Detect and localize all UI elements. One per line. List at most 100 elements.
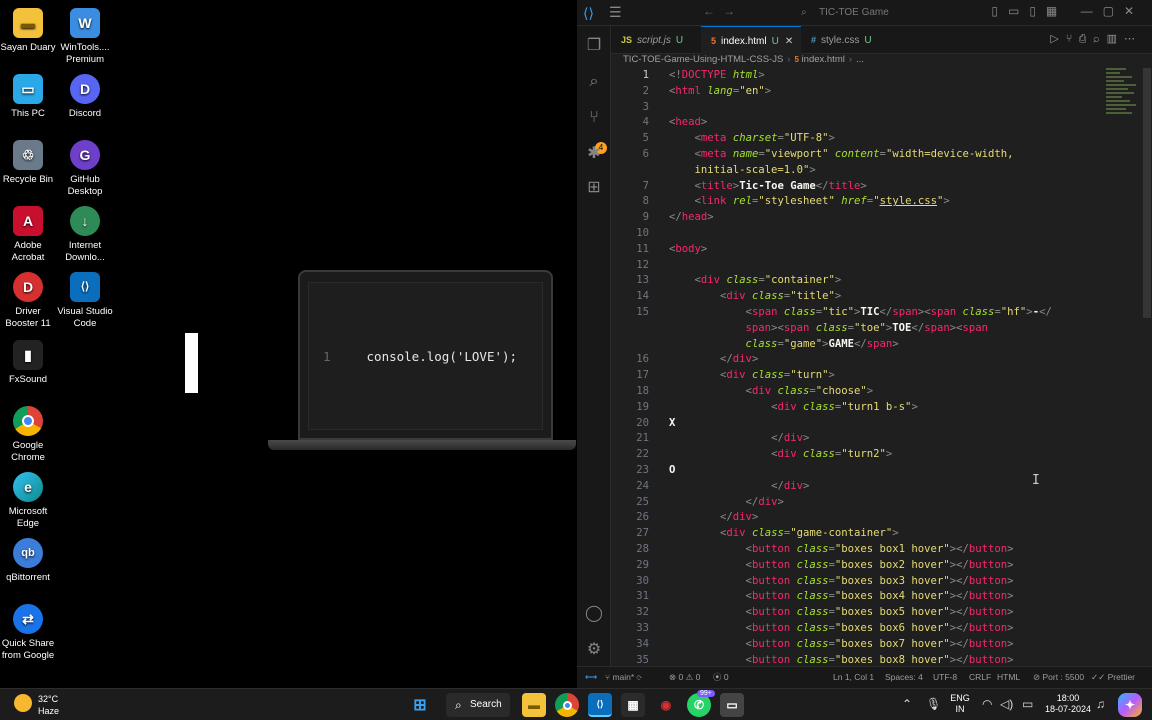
code-line[interactable]: 31 <button class="boxes box4 hover"></bu… (611, 589, 1131, 605)
desktop-icon-chrome[interactable]: Google Chrome (0, 406, 58, 464)
code-line[interactable]: 28 <button class="boxes box1 hover"></bu… (611, 542, 1131, 558)
breadcrumb-file[interactable]: index.html (802, 54, 845, 65)
breadcrumb-folder[interactable]: TIC-TOE-Game-Using-HTML-CSS-JS (623, 54, 783, 65)
vscode-taskbar-icon[interactable]: ⟨⟩ (588, 693, 612, 717)
ports-indicator[interactable]: ⦿ 0 (713, 667, 729, 687)
code-line[interactable]: 6 <meta name="viewport" content="width=d… (611, 147, 1131, 163)
desktop-icon-this-pc[interactable]: ▭ This PC (0, 74, 58, 120)
tab-index-html[interactable]: 5 index.html U ✕ (701, 26, 801, 54)
code-line[interactable]: 13 <div class="container"> (611, 273, 1131, 289)
speaker-icon[interactable]: ◁) (1000, 697, 1013, 711)
code-line[interactable]: 21 </div> (611, 431, 1131, 447)
code-line[interactable]: 19 <div class="turn1 b-s"> (611, 400, 1131, 416)
close-icon[interactable]: ✕ (785, 36, 793, 47)
clock[interactable]: 18:00 18-07-2024 (1040, 693, 1096, 715)
git-branch[interactable]: ⑂ main* ⟳ (605, 667, 642, 687)
language-indicator[interactable]: ENG IN (948, 693, 972, 715)
search-icon[interactable]: ⌕ (584, 72, 604, 92)
code-line[interactable]: 3 (611, 100, 1131, 116)
problems-indicator[interactable]: ⊗ 0 ⚠ 0 (669, 667, 700, 687)
tab-style-css[interactable]: # style.css U (801, 26, 891, 54)
explorer-icon[interactable]: ❐ (584, 36, 604, 56)
code-line[interactable]: 27 <div class="game-container"> (611, 526, 1131, 542)
code-line[interactable]: 2 <html lang="en"> (611, 84, 1131, 100)
code-line[interactable]: span><span class="toe">TOE</span><span (611, 321, 1131, 337)
code-line[interactable]: 20 X (611, 416, 1131, 432)
end-of-line[interactable]: CRLF (969, 667, 991, 687)
code-line[interactable]: 22 <div class="turn2"> (611, 447, 1131, 463)
account-icon[interactable]: ◯ (584, 604, 604, 624)
code-line[interactable]: 9 </head> (611, 210, 1131, 226)
desktop-icon-vscode[interactable]: ⟨⟩ Visual Studio Code (55, 272, 115, 330)
copilot-icon[interactable]: ✦ (1118, 693, 1142, 717)
code-line[interactable]: 30 <button class="boxes box3 hover"></bu… (611, 574, 1131, 590)
start-button[interactable]: ⊞ (408, 693, 432, 717)
debug-icon[interactable]: ✱ (584, 144, 604, 164)
code-line[interactable]: 14 <div class="title"> (611, 289, 1131, 305)
app-window-icon[interactable]: ▭ (720, 693, 744, 717)
microphone-icon[interactable]: 🎙 (926, 697, 941, 711)
code-line[interactable]: 34 <button class="boxes box7 hover"></bu… (611, 637, 1131, 653)
code-line[interactable]: 10 (611, 226, 1131, 242)
desktop-icon-driver-booster[interactable]: D Driver Booster 11 (0, 272, 58, 330)
encoding[interactable]: UTF-8 (933, 667, 957, 687)
code-line[interactable]: 35 <button class="boxes box8 hover"></bu… (611, 653, 1131, 666)
window-controls[interactable]: ▯▭▯▦ —▢✕ (991, 4, 1144, 18)
code-line[interactable]: 24 </div> (611, 479, 1131, 495)
breadcrumb-more[interactable]: ... (856, 54, 864, 65)
code-line[interactable]: 17 <div class="turn"> (611, 368, 1131, 384)
chrome-taskbar-icon[interactable] (555, 693, 579, 717)
code-line[interactable]: 26 </div> (611, 510, 1131, 526)
taskbar-search[interactable]: ⌕ Search (446, 693, 510, 717)
desktop-icon-discord[interactable]: D Discord (55, 74, 115, 120)
wifi-icon[interactable]: ◠ (982, 697, 992, 711)
nav-arrows-icon[interactable]: ←→ (703, 4, 743, 18)
tab-script-js[interactable]: JS script.js U (611, 26, 701, 54)
prettier-status[interactable]: ✓✓ Prettier (1091, 667, 1135, 687)
code-line[interactable]: 33 <button class="boxes box6 hover"></bu… (611, 621, 1131, 637)
editor-actions[interactable]: ▷⑂⎙⌕▥⋯ (1050, 32, 1142, 45)
editor-scrollbar[interactable] (1143, 68, 1151, 318)
code-line[interactable]: 29 <button class="boxes box2 hover"></bu… (611, 558, 1131, 574)
code-line[interactable]: 25 </div> (611, 495, 1131, 511)
code-line[interactable]: 23 O (611, 463, 1131, 479)
code-line[interactable]: 8 <link rel="stylesheet" href="style.css… (611, 194, 1131, 210)
desktop-icon-github[interactable]: G GitHub Desktop (55, 140, 115, 198)
menu-icon[interactable]: ☰ (609, 4, 622, 21)
language-mode[interactable]: HTML (997, 667, 1020, 687)
live-server-port[interactable]: ⊘ Port : 5500 (1033, 667, 1084, 687)
desktop-icon-wintools[interactable]: W WinTools.... Premium (55, 8, 115, 66)
desktop-icon-recycle-bin[interactable]: ♲ Recycle Bin (0, 140, 58, 186)
battery-icon[interactable]: ▭ (1022, 697, 1033, 711)
code-line[interactable]: class="game">GAME</span> (611, 337, 1131, 353)
code-line[interactable]: 11 <body> (611, 242, 1131, 258)
source-control-icon[interactable]: ⑂ (584, 108, 604, 128)
gear-icon[interactable]: ⚙ (584, 640, 604, 660)
code-line[interactable]: 7 <title>Tic-Toe Game</title> (611, 179, 1131, 195)
desktop-icon-sayan-duary[interactable]: ▬ Sayan Duary (0, 8, 58, 54)
indentation[interactable]: Spaces: 4 (885, 667, 923, 687)
minimap[interactable] (1106, 68, 1140, 138)
code-line[interactable]: 12 (611, 258, 1131, 274)
cursor-position[interactable]: Ln 1, Col 1 (833, 667, 874, 687)
code-line[interactable]: 5 <meta charset="UTF-8"> (611, 131, 1131, 147)
app-red-icon[interactable]: ◉ (654, 693, 678, 717)
desktop-icon-edge[interactable]: e Microsoft Edge (0, 472, 58, 530)
code-editor[interactable]: 1 <!DOCTYPE html> 2 <html lang="en"> 3 4 <h… (611, 68, 1131, 666)
remote-icon[interactable]: ⟷ (585, 667, 597, 687)
code-line[interactable]: 18 <div class="choose"> (611, 384, 1131, 400)
chevron-up-icon[interactable]: ⌃ (902, 697, 912, 711)
file-explorer-icon[interactable]: ▬ (522, 693, 546, 717)
desktop-icon-qbittorrent[interactable]: qb qBittorrent (0, 538, 58, 584)
code-line[interactable]: initial-scale=1.0"> (611, 163, 1131, 179)
desktop-icon-fxsound[interactable]: ▮ FxSound (0, 340, 58, 386)
store-icon[interactable]: ▦ (621, 693, 645, 717)
code-line[interactable]: 4 <head> (611, 115, 1131, 131)
code-line[interactable]: 15 <span class="tic">TIC</span><span cla… (611, 305, 1131, 321)
bell-icon[interactable]: ♫ (1096, 697, 1105, 711)
code-line[interactable]: 1 <!DOCTYPE html> (611, 68, 1131, 84)
desktop-icon-idm[interactable]: ↓ Internet Downlo... (55, 206, 115, 264)
code-line[interactable]: 32 <button class="boxes box5 hover"></bu… (611, 605, 1131, 621)
desktop-icon-acrobat[interactable]: A Adobe Acrobat (0, 206, 58, 264)
desktop-icon-quick-share[interactable]: ⇄ Quick Share from Google (0, 604, 58, 662)
